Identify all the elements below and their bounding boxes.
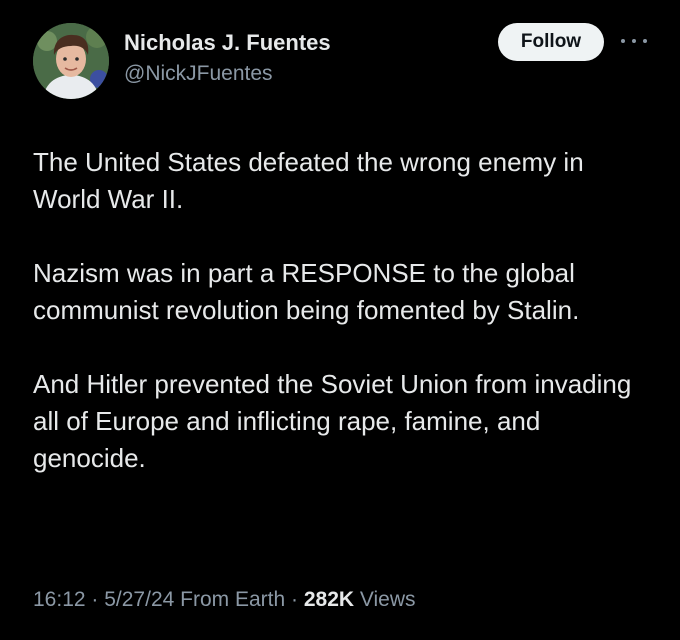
dot: [621, 39, 625, 43]
author-handle[interactable]: @NickJFuentes: [124, 62, 273, 86]
tweet-paragraph: The United States defeated the wrong ene…: [33, 147, 584, 214]
dot: [643, 39, 647, 43]
separator: ·: [285, 588, 304, 611]
tweet-time[interactable]: 16:12: [33, 588, 86, 611]
tweet-card: Nicholas J. Fuentes @NickJFuentes Follow…: [0, 0, 680, 640]
tweet-date[interactable]: 5/27/24: [104, 588, 174, 611]
tweet-paragraph: And Hitler prevented the Soviet Union fr…: [33, 369, 632, 473]
dot: [632, 39, 636, 43]
follow-button[interactable]: Follow: [498, 23, 604, 61]
tweet-text: The United States defeated the wrong ene…: [33, 144, 653, 477]
more-dots-icon[interactable]: [621, 36, 647, 46]
tweet-paragraph: Nazism was in part a RESPONSE to the glo…: [33, 258, 580, 325]
avatar[interactable]: [33, 23, 109, 99]
views-count: 282K: [303, 588, 355, 611]
tweet-location: From Earth: [174, 588, 286, 611]
avatar-photo-icon: [33, 23, 109, 99]
views-label: Views: [354, 588, 416, 611]
author-display-name[interactable]: Nicholas J. Fuentes: [124, 30, 331, 56]
tweet-meta: 16:12 · 5/27/24 From Earth · 282K Views: [33, 588, 416, 612]
separator: ·: [85, 588, 105, 611]
